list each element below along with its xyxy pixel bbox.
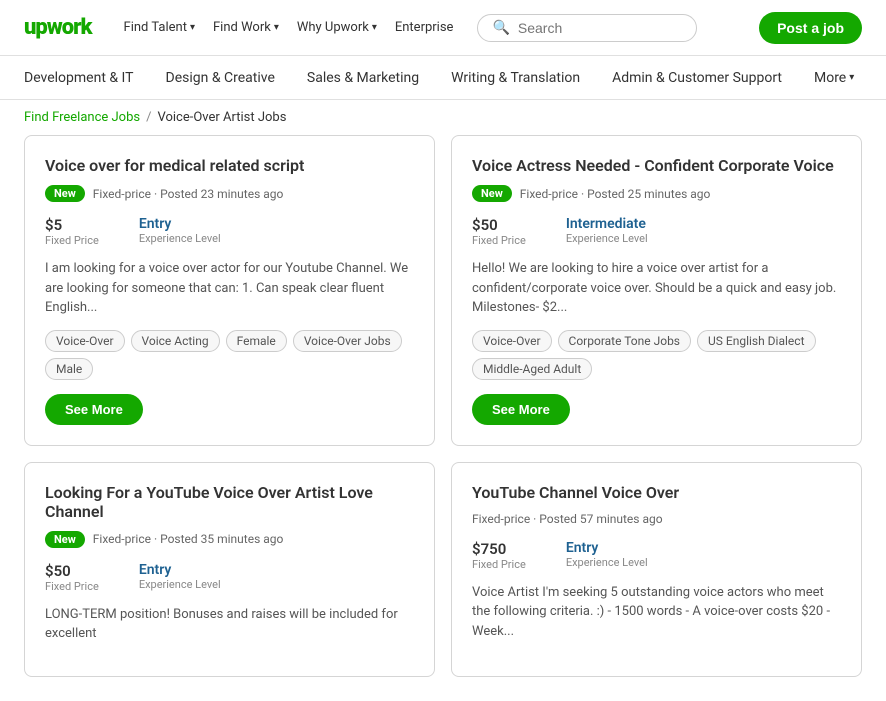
breadcrumb-link[interactable]: Find Freelance Jobs: [24, 110, 140, 125]
job-meta-text: Fixed-price · Posted 35 minutes ago: [93, 532, 284, 546]
job-level-label: Experience Level: [566, 556, 648, 569]
job-price: $50: [45, 562, 99, 580]
find-work-nav[interactable]: Find Work ▾: [213, 20, 279, 35]
job-level-detail: Intermediate Experience Level: [566, 216, 648, 247]
job-price-detail: $50 Fixed Price: [45, 562, 99, 593]
job-level-detail: Entry Experience Level: [566, 540, 648, 571]
job-meta-text: Fixed-price · Posted 25 minutes ago: [520, 187, 711, 201]
job-card: Looking For a YouTube Voice Over Artist …: [24, 462, 435, 677]
job-meta-text: Fixed-price · Posted 23 minutes ago: [93, 187, 284, 201]
job-tags: Voice-Over Corporate Tone Jobs US English …: [472, 330, 841, 380]
job-title: Looking For a YouTube Voice Over Artist …: [45, 483, 414, 521]
job-details: $50 Fixed Price Entry Experience Level: [45, 562, 414, 593]
job-details: $5 Fixed Price Entry Experience Level: [45, 216, 414, 247]
job-tag[interactable]: Female: [226, 330, 287, 352]
job-price-label: Fixed Price: [45, 580, 99, 593]
job-tag[interactable]: Corporate Tone Jobs: [558, 330, 691, 352]
job-level: Entry: [566, 540, 648, 556]
job-price: $5: [45, 216, 99, 234]
see-more-button[interactable]: See More: [45, 394, 143, 425]
job-meta: New Fixed-price · Posted 25 minutes ago: [472, 185, 841, 202]
job-tag[interactable]: Voice Acting: [131, 330, 220, 352]
job-tag[interactable]: US English Dialect: [697, 330, 816, 352]
job-level: Intermediate: [566, 216, 648, 232]
find-talent-nav[interactable]: Find Talent ▾: [124, 20, 195, 35]
more-nav[interactable]: More ▾: [798, 56, 870, 100]
new-badge: New: [45, 185, 85, 202]
job-tag[interactable]: Voice-Over: [472, 330, 552, 352]
job-level: Entry: [139, 562, 221, 578]
job-meta: Fixed-price · Posted 57 minutes ago: [472, 512, 841, 526]
job-price: $50: [472, 216, 526, 234]
secondary-nav: Development & IT Design & Creative Sales…: [0, 56, 886, 100]
new-badge: New: [472, 185, 512, 202]
job-card: Voice over for medical related script Ne…: [24, 135, 435, 446]
breadcrumb-current: Voice-Over Artist Jobs: [157, 110, 286, 125]
job-price-detail: $750 Fixed Price: [472, 540, 526, 571]
job-meta-text: Fixed-price · Posted 57 minutes ago: [472, 512, 663, 526]
job-tag[interactable]: Male: [45, 358, 93, 380]
job-meta: New Fixed-price · Posted 23 minutes ago: [45, 185, 414, 202]
job-tag[interactable]: Voice-Over: [45, 330, 125, 352]
new-badge: New: [45, 531, 85, 548]
main-nav: Find Talent ▾ Find Work ▾ Why Upwork ▾ E…: [124, 20, 454, 35]
job-title: YouTube Channel Voice Over: [472, 483, 841, 502]
job-level-label: Experience Level: [139, 578, 221, 591]
job-level-label: Experience Level: [139, 232, 221, 245]
job-price-label: Fixed Price: [472, 558, 526, 571]
job-details: $50 Fixed Price Intermediate Experience …: [472, 216, 841, 247]
job-title: Voice Actress Needed - Confident Corpora…: [472, 156, 841, 175]
job-description: I am looking for a voice over actor for …: [45, 259, 414, 318]
breadcrumb: Find Freelance Jobs / Voice-Over Artist …: [0, 100, 886, 135]
job-title: Voice over for medical related script: [45, 156, 414, 175]
sales-marketing-nav[interactable]: Sales & Marketing: [291, 56, 435, 100]
more-chevron-icon: ▾: [849, 72, 854, 83]
job-grid: Voice over for medical related script Ne…: [24, 135, 862, 677]
job-price: $750: [472, 540, 526, 558]
dev-it-nav[interactable]: Development & IT: [24, 56, 150, 100]
main-content: Voice over for medical related script Ne…: [0, 135, 886, 701]
job-description: Voice Artist I'm seeking 5 outstanding v…: [472, 583, 841, 642]
job-price-detail: $50 Fixed Price: [472, 216, 526, 247]
breadcrumb-separator: /: [146, 110, 151, 125]
why-upwork-nav[interactable]: Why Upwork ▾: [297, 20, 377, 35]
find-work-chevron-icon: ▾: [274, 22, 279, 33]
job-price-detail: $5 Fixed Price: [45, 216, 99, 247]
job-price-label: Fixed Price: [472, 234, 526, 247]
see-more-button[interactable]: See More: [472, 394, 570, 425]
job-meta: New Fixed-price · Posted 35 minutes ago: [45, 531, 414, 548]
why-upwork-chevron-icon: ▾: [372, 22, 377, 33]
header: upwork Find Talent ▾ Find Work ▾ Why Upw…: [0, 0, 886, 56]
job-card: Voice Actress Needed - Confident Corpora…: [451, 135, 862, 446]
job-tag[interactable]: Voice-Over Jobs: [293, 330, 402, 352]
job-tag[interactable]: Middle-Aged Adult: [472, 358, 592, 380]
job-level-label: Experience Level: [566, 232, 648, 245]
job-description: Hello! We are looking to hire a voice ov…: [472, 259, 841, 318]
job-level-detail: Entry Experience Level: [139, 562, 221, 593]
job-tags: Voice-Over Voice Acting Female Voice-Over J…: [45, 330, 414, 380]
find-talent-chevron-icon: ▾: [190, 22, 195, 33]
job-level: Entry: [139, 216, 221, 232]
search-icon: 🔍: [492, 20, 509, 36]
job-card: YouTube Channel Voice Over Fixed-price ·…: [451, 462, 862, 677]
post-job-button[interactable]: Post a job: [759, 12, 862, 44]
job-details: $750 Fixed Price Entry Experience Level: [472, 540, 841, 571]
admin-support-nav[interactable]: Admin & Customer Support: [596, 56, 798, 100]
job-description: LONG-TERM position! Bonuses and raises w…: [45, 605, 414, 644]
job-price-label: Fixed Price: [45, 234, 99, 247]
job-level-detail: Entry Experience Level: [139, 216, 221, 247]
writing-translation-nav[interactable]: Writing & Translation: [435, 56, 596, 100]
enterprise-nav[interactable]: Enterprise: [395, 20, 454, 35]
search-bar: 🔍: [477, 14, 697, 42]
logo[interactable]: upwork: [24, 15, 92, 40]
search-input[interactable]: [518, 20, 683, 36]
design-creative-nav[interactable]: Design & Creative: [150, 56, 291, 100]
